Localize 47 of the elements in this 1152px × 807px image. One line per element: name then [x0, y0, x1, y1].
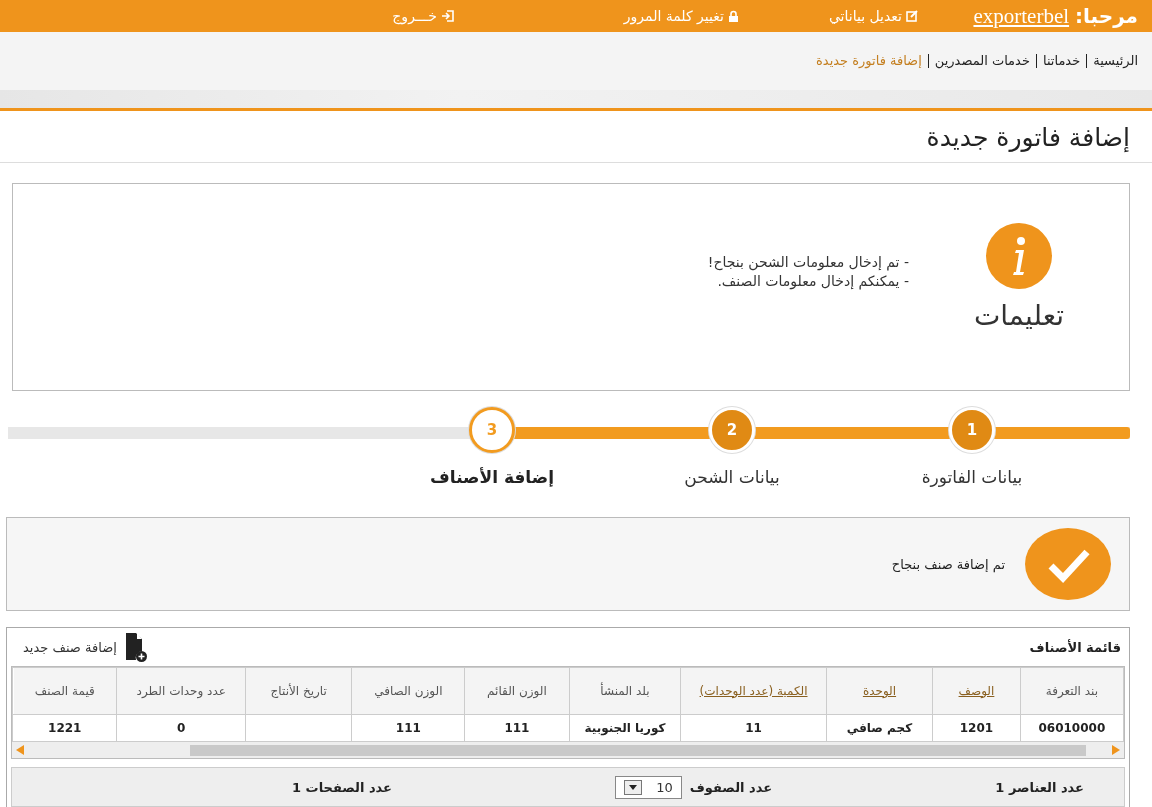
lock-icon: [727, 10, 739, 22]
step-number: 3: [469, 407, 515, 453]
instructions-title: تعليمات: [973, 298, 1065, 332]
greeting-label: مرحبا:: [1075, 3, 1138, 28]
column-header: الوزن القائم: [464, 667, 570, 715]
breadcrumb-link[interactable]: خدمات المصدرين: [927, 54, 1036, 68]
add-document-icon: [124, 632, 147, 662]
column-header: الوزن الصافي: [351, 667, 465, 715]
column-header[interactable]: الكمية (عدد الوحدات): [680, 667, 827, 715]
column-header: تاريخ الأنتاج: [245, 667, 352, 715]
add-item-button[interactable]: إضافة صنف جديد: [23, 632, 147, 662]
breadcrumb-link[interactable]: إضافة فاتورة جديدة: [810, 54, 928, 68]
page-title: إضافة فاتورة جديدة: [0, 111, 1152, 163]
pages-count: عدد الصفحات 1: [292, 779, 392, 795]
column-header: بلد المنشأ: [569, 667, 681, 715]
table-cell: 1201: [932, 714, 1021, 742]
rows-label: عدد الصفوف: [689, 779, 773, 795]
table-cell: 111: [464, 714, 570, 742]
table-cell: كجم صافي: [826, 714, 933, 742]
step-number: 1: [949, 407, 995, 453]
rows-dropdown[interactable]: 10: [615, 775, 682, 799]
items-count: عدد العناصر 1: [995, 779, 1084, 795]
table-cell: 111: [351, 714, 465, 742]
column-header[interactable]: الوصف: [932, 667, 1021, 715]
info-icon: [986, 222, 1052, 289]
success-message: تم إضافة صنف بنجاح: [891, 556, 1005, 572]
instruction-text: - يمكنكم إدخال معلومات الصنف.: [716, 272, 909, 291]
table-cell: 06010000: [1020, 714, 1124, 742]
table-cell: 0: [116, 714, 246, 742]
step-label: إضافة الأصناف: [430, 467, 554, 487]
step-label: بيانات الشحن: [684, 467, 780, 487]
instruction-text: - تم إدخال معلومات الشحن بنجاح!: [707, 253, 909, 272]
column-header[interactable]: الوحدة: [826, 667, 933, 715]
table-cell: كوريا الجنوبية: [569, 714, 681, 742]
step-label: بيانات الفاتورة: [921, 467, 1023, 487]
column-header: قيمة الصنف: [12, 667, 117, 715]
breadcrumb-link[interactable]: الرئيسية: [1086, 54, 1144, 68]
step-number: 2: [709, 407, 755, 453]
checkmark-icon: [1025, 528, 1111, 600]
table-cell: 11: [680, 714, 827, 742]
edit-icon: [906, 10, 918, 22]
panel-title: قائمة الأصناف: [1029, 639, 1121, 655]
horizontal-scrollbar[interactable]: [12, 742, 1124, 758]
logout-icon: [440, 10, 454, 22]
column-header: عدد وحدات الطرد: [116, 667, 246, 715]
breadcrumb-link[interactable]: خدماتنا: [1035, 54, 1087, 68]
column-header: بند التعرفة: [1020, 667, 1124, 715]
